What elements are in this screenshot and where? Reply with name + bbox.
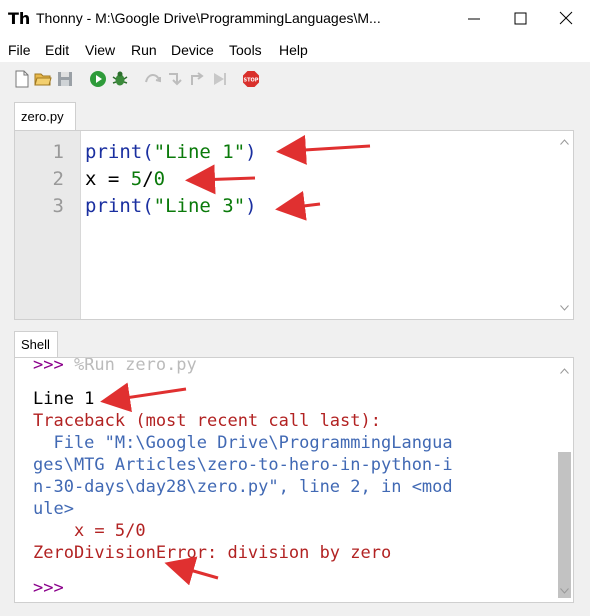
shell-prompt: >>>	[33, 357, 64, 375]
code-token: "Line 1"	[153, 141, 246, 163]
code-token: print(	[85, 141, 154, 163]
window-title: Thonny - M:\Google Drive\ProgrammingLang…	[36, 10, 381, 26]
traceback-file-line[interactable]: ule>	[33, 499, 74, 519]
code-line-1: print("Line 1")	[85, 141, 257, 163]
svg-text:STOP: STOP	[244, 78, 259, 84]
line-number-gutter: 1 2 3	[15, 131, 81, 319]
menu-view[interactable]: View	[85, 42, 115, 58]
traceback-header: Traceback (most recent call last):	[33, 411, 381, 431]
shell-output-line: Line 1	[33, 389, 95, 409]
line-number: 3	[52, 195, 64, 217]
run-icon[interactable]	[89, 70, 107, 88]
toolbar: STOP	[0, 62, 590, 100]
run-command-text: %Run zero.py	[63, 357, 197, 375]
shell-run-command: >>> %Run zero.py	[33, 357, 197, 375]
menu-tools[interactable]: Tools	[229, 42, 262, 58]
thonny-app-icon: Th	[8, 9, 30, 28]
shell-panel[interactable]: >>> %Run zero.py Line 1 Traceback (most …	[14, 357, 574, 603]
title-bar: Th Thonny - M:\Google Drive\ProgrammingL…	[0, 0, 590, 39]
menu-file[interactable]: File	[8, 42, 31, 58]
line-number: 1	[52, 141, 64, 163]
stop-icon[interactable]: STOP	[242, 70, 260, 88]
minimize-button[interactable]	[451, 0, 497, 38]
step-out-icon[interactable]	[188, 70, 206, 88]
menu-bar: File Edit View Run Device Tools Help	[0, 38, 590, 62]
code-token: "Line 3"	[153, 195, 246, 217]
editor-scrollbar[interactable]	[556, 131, 573, 319]
traceback-file-line[interactable]: File "M:\Google Drive\ProgrammingLangua	[33, 433, 452, 453]
shell-scrollbar[interactable]	[556, 358, 573, 602]
code-line-3: print("Line 3")	[85, 195, 257, 217]
save-icon[interactable]	[56, 70, 74, 88]
scroll-up-icon[interactable]	[560, 139, 569, 145]
code-token: /	[142, 168, 154, 190]
traceback-code-line: x = 5/0	[33, 521, 146, 541]
scroll-up-icon[interactable]	[560, 368, 569, 374]
traceback-file-line[interactable]: ges\MTG Articles\zero-to-hero-in-python-…	[33, 455, 453, 475]
step-into-icon[interactable]	[166, 70, 184, 88]
maximize-button[interactable]	[497, 0, 543, 38]
tab-shell[interactable]: Shell	[14, 331, 58, 357]
close-button[interactable]	[543, 0, 589, 38]
traceback-file-line[interactable]: n-30-days\day28\zero.py", line 2, in <mo…	[33, 477, 453, 497]
menu-edit[interactable]: Edit	[45, 42, 69, 58]
line-number: 2	[52, 168, 64, 190]
code-token: x =	[85, 168, 131, 190]
shell-input-prompt[interactable]: >>>	[33, 578, 64, 598]
code-token: 0	[153, 168, 166, 190]
tab-zero-py[interactable]: zero.py	[14, 102, 76, 130]
error-message: ZeroDivisionError: division by zero	[33, 543, 392, 563]
debug-bug-icon[interactable]	[111, 70, 129, 88]
menu-help[interactable]: Help	[279, 42, 308, 58]
code-token: )	[245, 195, 257, 217]
code-token: )	[245, 141, 257, 163]
menu-run[interactable]: Run	[131, 42, 157, 58]
scroll-down-icon[interactable]	[560, 588, 569, 594]
new-file-icon[interactable]	[13, 70, 31, 88]
code-token: 5	[130, 168, 143, 190]
code-line-2: x = 5/0	[85, 168, 165, 190]
code-token: print(	[85, 195, 154, 217]
code-editor[interactable]: 1 2 3 print("Line 1") x = 5/0 print("Lin…	[14, 130, 574, 320]
step-over-icon[interactable]	[144, 70, 162, 88]
scrollbar-thumb[interactable]	[558, 452, 571, 598]
scroll-down-icon[interactable]	[560, 305, 569, 311]
menu-device[interactable]: Device	[171, 42, 214, 58]
resume-icon[interactable]	[210, 70, 228, 88]
svg-text:Th: Th	[8, 9, 30, 28]
open-folder-icon[interactable]	[34, 70, 52, 88]
